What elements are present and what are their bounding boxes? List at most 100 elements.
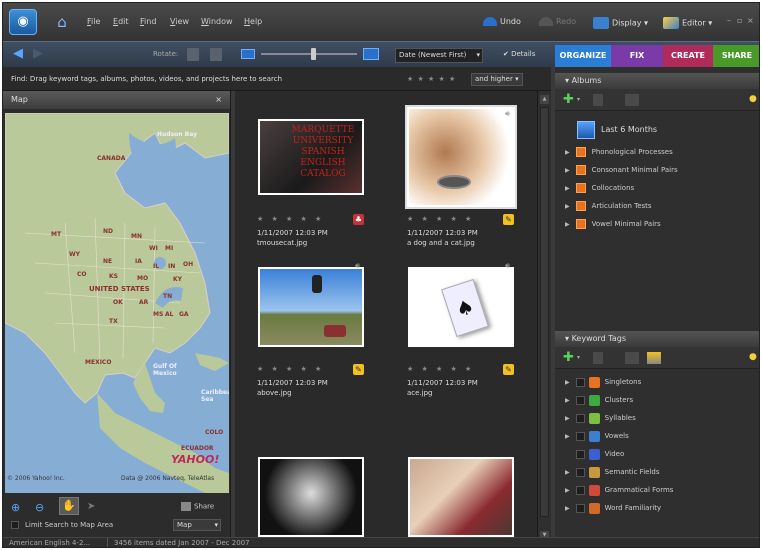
- media-thumbnail[interactable]: [245, 399, 395, 547]
- album-item[interactable]: ▶ Vowel Minimal Pairs: [565, 217, 661, 231]
- small-thumb-icon[interactable]: [241, 49, 255, 59]
- expand-arrow-icon[interactable]: ▶: [565, 149, 570, 156]
- zoom-slider-thumb[interactable]: [311, 48, 316, 60]
- tag-checkbox[interactable]: [575, 395, 585, 405]
- media-thumbnail[interactable]: 🔊︎ ★ ★ ★ ★ ★ ✎ 1/11/2007 12:03 PM above.…: [245, 249, 395, 399]
- expand-arrow-icon[interactable]: ▶: [565, 185, 570, 192]
- menu-edit[interactable]: Edit: [113, 17, 129, 26]
- status-language[interactable]: American English 4-2...: [9, 538, 90, 547]
- edit-tag-icon[interactable]: [625, 352, 639, 364]
- tag-checkbox[interactable]: [575, 377, 585, 387]
- expand-arrow-icon[interactable]: ▶: [565, 487, 570, 494]
- delete-album-icon[interactable]: [593, 94, 603, 106]
- rotate-right-icon[interactable]: [210, 48, 222, 61]
- tab-organize[interactable]: ORGANIZE: [555, 45, 611, 67]
- zoom-out-icon[interactable]: ⊖: [35, 501, 44, 514]
- tag-checkbox[interactable]: [575, 413, 585, 423]
- add-tag-icon[interactable]: ✚: [563, 350, 574, 365]
- expand-arrow-icon[interactable]: ▶: [565, 379, 570, 386]
- find-bar[interactable]: Find: Drag keyword tags, albums, photos,…: [3, 67, 551, 91]
- keyword-tags-header[interactable]: ▾ Keyword Tags: [555, 331, 759, 347]
- expand-arrow-icon[interactable]: ▶: [565, 397, 570, 404]
- delete-tag-icon[interactable]: [593, 352, 603, 364]
- tab-share[interactable]: SHARE: [713, 45, 759, 67]
- scroll-up-icon[interactable]: ▲: [540, 95, 549, 104]
- tab-fix[interactable]: FIX: [611, 45, 663, 67]
- keyword-tag-item[interactable]: ▶ Singletons: [565, 375, 641, 389]
- map-share-button[interactable]: Share: [181, 502, 214, 511]
- menu-view[interactable]: View: [170, 17, 189, 26]
- menu-window[interactable]: Window: [201, 17, 233, 26]
- media-thumbnail[interactable]: 🔊︎ ★ ★ ★ ★ ★ ✎ 1/11/2007 12:03 PM a dog …: [395, 99, 545, 249]
- rotate-left-icon[interactable]: [187, 48, 199, 61]
- grid-scrollbar[interactable]: ▲ ▼: [537, 91, 551, 547]
- display-button[interactable]: Display ▾: [593, 17, 648, 29]
- keyword-tag-item[interactable]: ▶Video: [565, 447, 624, 461]
- expand-arrow-icon[interactable]: ▶: [565, 505, 570, 512]
- tag-checkbox[interactable]: [575, 431, 585, 441]
- details-toggle[interactable]: ✔ Details: [503, 50, 535, 58]
- keyword-tag-item[interactable]: ▶ Semantic Fields: [565, 465, 660, 479]
- redo-button[interactable]: Redo: [539, 17, 576, 26]
- zoom-in-icon[interactable]: ⊕: [11, 501, 20, 514]
- tag-checkbox[interactable]: [575, 485, 585, 495]
- back-arrow-icon[interactable]: ◀: [13, 47, 29, 61]
- close-window-button[interactable]: ×: [747, 16, 754, 25]
- smart-album-last-6-months[interactable]: Last 6 Months: [601, 125, 657, 134]
- expand-arrow-icon[interactable]: ▶: [565, 167, 570, 174]
- limit-search-checkbox[interactable]: [11, 521, 19, 529]
- edit-album-icon[interactable]: [625, 94, 639, 106]
- keyword-tag-item[interactable]: ▶ Word Familiarity: [565, 501, 661, 515]
- maximize-button[interactable]: ▫: [737, 16, 742, 25]
- keyword-tag-item[interactable]: ▶ Clusters: [565, 393, 633, 407]
- rating-filter-stars[interactable]: ★ ★ ★ ★ ★: [407, 75, 456, 83]
- zoom-slider-track[interactable]: [261, 53, 357, 55]
- expand-arrow-icon[interactable]: ▶: [565, 469, 570, 476]
- menu-file[interactable]: File: [87, 17, 100, 26]
- tag-find-icon[interactable]: [647, 352, 661, 364]
- tag-checkbox[interactable]: [575, 449, 585, 459]
- tab-create[interactable]: CREATE: [663, 45, 713, 67]
- rating-stars[interactable]: ★ ★ ★ ★ ★: [257, 365, 324, 373]
- keyword-tag-item[interactable]: ▶ Grammatical Forms: [565, 483, 673, 497]
- map-view[interactable]: Hudson Bay CANADA MT ND MN WI MI WY NE I…: [5, 113, 229, 493]
- minimize-button[interactable]: –: [727, 16, 731, 25]
- album-item[interactable]: ▶ Phonological Processes: [565, 145, 673, 159]
- expand-arrow-icon[interactable]: ▶: [565, 203, 570, 210]
- expand-arrow-icon[interactable]: ▶: [565, 221, 570, 228]
- undo-button[interactable]: Undo: [483, 17, 521, 26]
- albums-header[interactable]: ▾ Albums: [555, 73, 759, 89]
- app-logo-icon[interactable]: ◉: [9, 9, 37, 35]
- menu-find[interactable]: Find: [140, 17, 156, 26]
- hand-tool-icon[interactable]: ✋: [59, 497, 79, 515]
- keyword-tag-item[interactable]: ▶ Syllables: [565, 411, 636, 425]
- forward-arrow-icon[interactable]: ▶: [33, 47, 49, 61]
- album-item[interactable]: ▶ Consonant Minimal Pairs: [565, 163, 678, 177]
- scrollbar-track[interactable]: [540, 107, 549, 517]
- tips-lightbulb-icon[interactable]: ●: [749, 94, 757, 104]
- media-thumbnail[interactable]: MARQUETTE UNIVERSITY SPANISH ENGLISH CAT…: [245, 99, 395, 249]
- tips-lightbulb-icon[interactable]: ●: [749, 352, 757, 362]
- add-album-icon[interactable]: ✚: [563, 92, 574, 107]
- map-type-select[interactable]: Map ▾: [173, 519, 221, 531]
- media-thumbnail[interactable]: ♠ 🔊︎ ★ ★ ★ ★ ★ ✎ 1/11/2007 12:03 PM ace.…: [395, 249, 545, 399]
- tag-checkbox[interactable]: [575, 467, 585, 477]
- large-thumb-icon[interactable]: [363, 48, 379, 60]
- sort-select[interactable]: Date (Newest First) ▾: [395, 48, 483, 63]
- rating-stars[interactable]: ★ ★ ★ ★ ★: [407, 365, 474, 373]
- add-album-dropdown-icon[interactable]: ▾: [577, 96, 580, 103]
- menu-help[interactable]: Help: [244, 17, 262, 26]
- album-item[interactable]: ▶ Collocations: [565, 181, 634, 195]
- close-map-icon[interactable]: ×: [215, 91, 230, 109]
- album-item[interactable]: ▶ Articulation Tests: [565, 199, 652, 213]
- tag-checkbox[interactable]: [575, 503, 585, 513]
- expand-arrow-icon[interactable]: ▶: [565, 415, 570, 422]
- rating-stars[interactable]: ★ ★ ★ ★ ★: [257, 215, 324, 223]
- pointer-tool-icon[interactable]: ➤: [87, 501, 95, 512]
- keyword-tag-item[interactable]: ▶ Vowels: [565, 429, 629, 443]
- rating-filter-select[interactable]: and higher ▾: [471, 73, 523, 86]
- expand-arrow-icon[interactable]: ▶: [565, 433, 570, 440]
- add-tag-dropdown-icon[interactable]: ▾: [577, 354, 580, 361]
- editor-button[interactable]: Editor ▾: [663, 17, 712, 29]
- home-icon[interactable]: ⌂: [53, 13, 71, 31]
